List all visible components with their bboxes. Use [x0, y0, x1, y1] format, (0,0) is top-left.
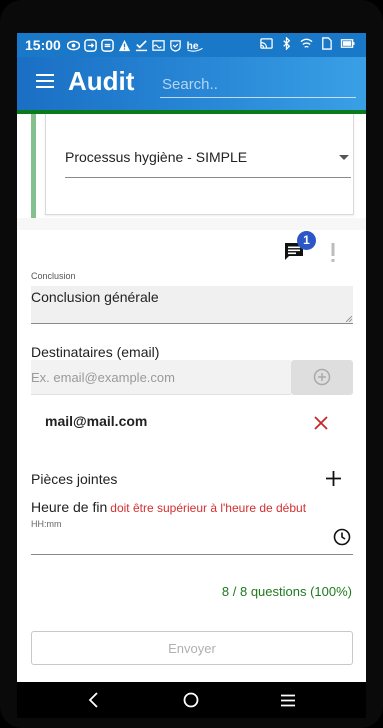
process-select[interactable]: Processus hygiène - SIMPLE	[65, 143, 351, 178]
questions-progress: 8 / 8 questions (100%)	[221, 584, 352, 599]
conclusion-value: Conclusion générale	[31, 289, 159, 305]
battery-icon	[340, 39, 355, 48]
wave-box-icon	[152, 39, 165, 51]
search-input[interactable]	[160, 71, 356, 98]
remove-email-icon[interactable]	[314, 416, 328, 430]
status-time: 15:00	[25, 37, 61, 53]
attachments-label: Pièces jointes	[31, 471, 118, 487]
process-select-value: Processus hygiène - SIMPLE	[65, 149, 248, 165]
end-time-label: Heure de fin	[31, 499, 108, 515]
eye-icon	[66, 40, 80, 50]
check-underline-icon	[135, 39, 147, 51]
add-email-button[interactable]	[291, 360, 353, 395]
cast-icon	[260, 38, 273, 49]
app-logo-icon: he	[186, 41, 203, 52]
transfer-icon	[100, 38, 114, 52]
notification-icons: he	[66, 38, 204, 52]
app-bar: Audit	[17, 57, 366, 110]
wifi-icon	[300, 38, 313, 48]
home-icon[interactable]	[183, 692, 199, 708]
end-time-row: Heure de fin doit être supérieur à l'heur…	[31, 499, 306, 515]
system-icons	[260, 37, 356, 50]
shield-check-icon	[170, 39, 181, 52]
add-circle-icon	[313, 368, 331, 386]
sync-icon	[83, 38, 97, 52]
sim-icon	[322, 37, 332, 50]
status-bar: 15:00 he	[17, 33, 366, 57]
send-button[interactable]: Envoyer	[31, 631, 353, 665]
comment-count-badge: 1	[297, 231, 316, 250]
recipients-label: Destinataires (email)	[31, 344, 160, 360]
warning-icon	[118, 39, 130, 51]
hamburger-menu-icon[interactable]	[36, 74, 54, 88]
dropdown-arrow-icon	[339, 155, 349, 160]
exclamation-icon[interactable]	[331, 243, 335, 263]
recipient-email: mail@mail.com	[45, 413, 148, 429]
email-input[interactable]	[31, 360, 291, 395]
add-attachment-icon[interactable]	[326, 471, 341, 486]
navigation-bar	[17, 682, 366, 718]
recent-apps-icon[interactable]	[280, 694, 296, 707]
card-accent-bar	[31, 114, 36, 218]
section-divider	[17, 218, 366, 230]
end-time-warning: doit être supérieur à l'heure de début	[110, 501, 307, 515]
conclusion-label: Conclusion	[31, 271, 76, 281]
conclusion-textarea[interactable]: Conclusion générale	[31, 286, 353, 324]
back-icon[interactable]	[87, 692, 101, 708]
app-title: Audit	[68, 66, 135, 96]
app-screen: 15:00 he Audit Processus hyg	[17, 33, 366, 718]
end-time-input[interactable]	[31, 518, 353, 555]
resize-grip-icon[interactable]	[346, 316, 352, 322]
bluetooth-icon	[283, 37, 291, 50]
clock-icon[interactable]	[333, 528, 351, 546]
